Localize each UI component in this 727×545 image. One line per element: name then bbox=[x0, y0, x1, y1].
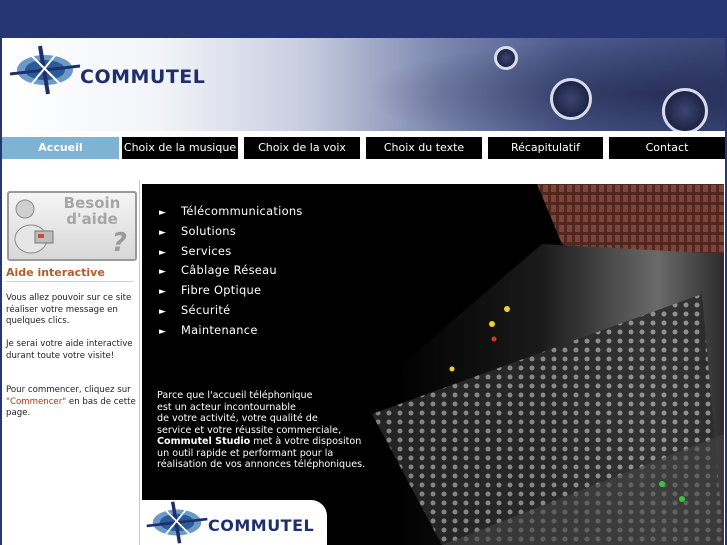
nav-choix-texte[interactable]: Choix du texte bbox=[366, 137, 482, 159]
triangle-right-icon: ► bbox=[159, 208, 167, 218]
services-menu: ► Télécommunications ► Solutions ► Services… bbox=[159, 204, 303, 343]
nav-choix-musique[interactable]: Choix de la musique bbox=[122, 137, 238, 159]
commutel-star-logo-icon bbox=[9, 45, 81, 95]
knob-decoration bbox=[550, 78, 592, 120]
page-frame: COMMUTEL Accueil Choix de la musique Cho… bbox=[2, 38, 725, 545]
header-banner: COMMUTEL bbox=[2, 38, 725, 131]
sidebar: Besoin d'aide ? Aide interactive Vous al… bbox=[2, 180, 140, 545]
triangle-right-icon: ► bbox=[159, 326, 167, 337]
nav-choix-voix[interactable]: Choix de la voix bbox=[244, 137, 360, 159]
help-title: Besoin d'aide bbox=[63, 194, 121, 228]
question-mark-icon: ? bbox=[111, 228, 127, 258]
intro-text: Parce que l'accueil téléphonique est un … bbox=[157, 390, 366, 470]
menu-item-securite[interactable]: ► Sécurité bbox=[159, 303, 303, 323]
studio-name: Commutel Studio bbox=[157, 436, 251, 447]
nav-recapitulatif[interactable]: Récapitulatif bbox=[488, 137, 603, 159]
aide-interactive-title: Aide interactive bbox=[6, 266, 105, 279]
divider bbox=[6, 281, 134, 282]
commutel-star-logo-icon bbox=[146, 501, 208, 544]
main-nav: Accueil Choix de la musique Choix de la … bbox=[2, 137, 725, 159]
aide-text-3: Pour commencer, cliquez sur "Commencer" … bbox=[6, 385, 136, 419]
triangle-right-icon: ► bbox=[159, 267, 167, 278]
nav-accueil[interactable]: Accueil bbox=[2, 137, 119, 159]
nav-contact[interactable]: Contact bbox=[609, 137, 725, 159]
menu-item-telecommunications[interactable]: ► Télécommunications bbox=[159, 204, 303, 224]
brand-name: COMMUTEL bbox=[80, 66, 206, 88]
commencer-link[interactable]: "Commencer" bbox=[6, 397, 66, 407]
menu-item-services[interactable]: ► Services bbox=[159, 244, 303, 264]
studio-hero: ► Télécommunications ► Solutions ► Services… bbox=[142, 184, 724, 545]
brand-logo[interactable]: COMMUTEL bbox=[9, 44, 205, 96]
knob-decoration bbox=[662, 88, 708, 131]
help-banner[interactable]: Besoin d'aide ? bbox=[7, 191, 137, 261]
aide-text-1: Vous allez pouvoir sur ce site réaliser … bbox=[6, 293, 132, 327]
help-character-icon bbox=[14, 199, 54, 254]
menu-item-cablage-reseau[interactable]: ► Câblage Réseau bbox=[159, 263, 303, 283]
menu-item-solutions[interactable]: ► Solutions bbox=[159, 224, 303, 244]
aide-text-2: Je serai votre aide interactive durant t… bbox=[6, 339, 133, 361]
triangle-right-icon: ► bbox=[159, 247, 167, 258]
menu-item-fibre-optique[interactable]: ► Fibre Optique bbox=[159, 283, 303, 303]
menu-item-maintenance[interactable]: ► Maintenance bbox=[159, 323, 303, 343]
triangle-right-icon: ► bbox=[159, 306, 167, 317]
footer-logo[interactable]: COMMUTEL bbox=[142, 500, 327, 545]
top-band bbox=[0, 0, 727, 38]
triangle-right-icon: ► bbox=[159, 227, 167, 238]
knob-decoration bbox=[494, 46, 518, 70]
triangle-right-icon: ► bbox=[159, 287, 167, 298]
footer-brand-name: COMMUTEL bbox=[208, 516, 315, 535]
